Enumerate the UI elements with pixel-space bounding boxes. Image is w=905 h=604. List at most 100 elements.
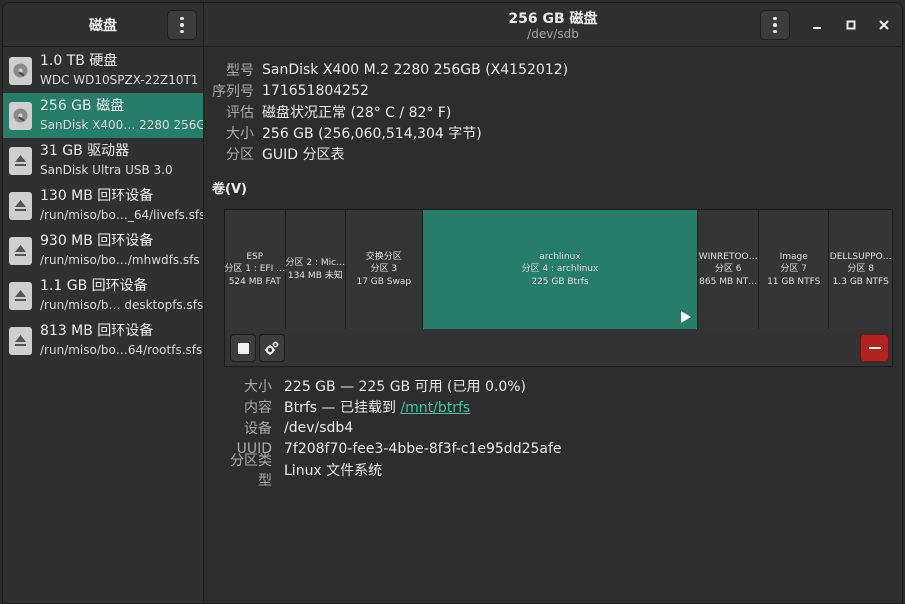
- partition-label: 134 MB 未知: [287, 270, 343, 281]
- partition-options-button[interactable]: [259, 334, 285, 362]
- close-button[interactable]: [874, 15, 894, 35]
- device-name: 1.1 GB 回环设备: [40, 277, 148, 294]
- device-list: 1.0 TB 硬盘 WDC WD10SPZX-22Z10T1 256 GB 磁盘 Sa…: [3, 48, 203, 363]
- delete-partition-button[interactable]: [860, 334, 889, 362]
- stop-icon: [237, 342, 249, 354]
- partition-label: DELLSUPPO…: [829, 251, 892, 262]
- partition-label: archlinux: [539, 251, 581, 262]
- mount-point-link[interactable]: /mnt/btrfs: [400, 400, 470, 416]
- disks-window: 磁盘 1.0 TB 硬盘 WDC WD10SPZX-22Z10T1 256 GB 磁…: [2, 2, 903, 604]
- device-item[interactable]: 1.0 TB 硬盘 WDC WD10SPZX-22Z10T1: [3, 48, 203, 93]
- device-description: /run/miso/bo…/mhwdfs.sfs: [40, 252, 200, 267]
- size-row: 大小 256 GB (256,060,514,304 字节): [212, 122, 568, 143]
- volumes-map: ESP 分区 1 : EFI … 524 MB FAT 分区 2 : Mic… 134 …: [224, 209, 893, 367]
- partition-segment[interactable]: ESP 分区 1 : EFI … 524 MB FAT: [225, 210, 286, 329]
- device-item[interactable]: 31 GB 驱动器 SanDisk Ultra USB 3.0: [3, 138, 203, 183]
- menu-dot: [180, 23, 184, 27]
- device-item[interactable]: 930 MB 回环设备/run/miso/bo…/mhwdfs.sfs: [3, 228, 203, 273]
- play-icon: [681, 311, 692, 323]
- menu-dot: [773, 23, 777, 27]
- device-row: 设备 /dev/sdb4: [224, 417, 562, 438]
- device-text: 930 MB 回环设备/run/miso/bo…/mhwdfs.sfs: [40, 232, 200, 270]
- eject-icon: [9, 146, 32, 175]
- partition-label: ESP: [246, 251, 264, 262]
- device-text: 1.1 GB 回环设备/run/miso/b… desktopfs.sfs: [40, 277, 203, 315]
- contents-text: Btrfs — 已挂载到: [284, 399, 401, 416]
- partition-bar: ESP 分区 1 : EFI … 524 MB FAT 分区 2 : Mic… 134 …: [225, 210, 892, 329]
- device-description: /run/miso/b… desktopfs.sfs: [40, 297, 203, 312]
- partition-segment[interactable]: 交换分区 分区 3 17 GB Swap: [346, 210, 423, 329]
- minimize-button[interactable]: [807, 15, 827, 35]
- part-size-value: 225 GB — 225 GB 可用 (已用 0.0%): [284, 378, 526, 395]
- device-name: 256 GB 磁盘: [40, 97, 125, 114]
- partition-segment[interactable]: archlinux 分区 4 : archlinux 225 GB Btrfs: [422, 210, 699, 329]
- menu-dot: [773, 16, 777, 21]
- minus-icon: [868, 347, 881, 349]
- drive-info: 型号 SanDisk X400 M.2 2280 256GB (X4152012…: [212, 59, 568, 164]
- model-row: 型号 SanDisk X400 M.2 2280 256GB (X4152012…: [212, 59, 568, 80]
- page-title: 256 GB 磁盘: [508, 11, 598, 27]
- device-name: 813 MB 回环设备: [40, 322, 154, 339]
- partition-type-label: 分区类型: [230, 452, 272, 489]
- partition-label: 524 MB FAT: [228, 276, 281, 287]
- harddisk-icon: [9, 101, 32, 130]
- partition-label: 17 GB Swap: [356, 276, 412, 287]
- serial-value: 171651804252: [262, 82, 369, 99]
- partition-label: WINRETOO…: [698, 251, 758, 262]
- device-text: 256 GB 磁盘 SanDisk X400… 2280 256GB: [40, 97, 203, 135]
- device-item[interactable]: 256 GB 磁盘 SanDisk X400… 2280 256GB: [3, 93, 203, 138]
- partition-label: 分区 6: [714, 264, 742, 275]
- partition-segment[interactable]: 分区 2 : Mic… 134 MB 未知: [285, 210, 347, 329]
- unmount-button[interactable]: [230, 334, 256, 362]
- device-name: 130 MB 回环设备: [40, 187, 154, 204]
- device-description: /run/miso/bo…_64/livefs.sfs: [40, 207, 203, 222]
- eject-icon: [9, 236, 32, 265]
- partition-label: 分区 8: [847, 264, 875, 275]
- partitioning-value: GUID 分区表: [262, 146, 345, 163]
- device-item[interactable]: 813 MB 回环设备/run/miso/bo…64/rootfs.sfs: [3, 318, 203, 363]
- partition-label: 分区 7: [780, 264, 808, 275]
- device-name: 930 MB 回环设备: [40, 232, 154, 249]
- partition-segment[interactable]: WINRETOO… 分区 6 865 MB NT…: [698, 210, 759, 329]
- part-size-label: 大小: [244, 378, 272, 395]
- device-item[interactable]: 130 MB 回环设备/run/miso/bo…_64/livefs.sfs: [3, 183, 203, 228]
- device-item[interactable]: 1.1 GB 回环设备/run/miso/b… desktopfs.sfs: [3, 273, 203, 318]
- volumes-heading: 卷(V): [212, 182, 247, 197]
- uuid-value: 7f208f70-fee3-4bbe-8f3f-c1e95dd25afe: [284, 440, 562, 457]
- device-name: 1.0 TB 硬盘: [40, 52, 118, 69]
- eject-icon: [9, 281, 32, 310]
- partition-label: 225 GB Btrfs: [531, 276, 589, 287]
- device-text: 31 GB 驱动器 SanDisk Ultra USB 3.0: [40, 142, 173, 180]
- device-description: /run/miso/bo…64/rootfs.sfs: [40, 342, 203, 357]
- minimize-icon: [813, 27, 821, 29]
- eject-icon: [9, 326, 32, 355]
- app-menu-button[interactable]: [167, 10, 197, 40]
- device-name: 31 GB 驱动器: [40, 142, 130, 159]
- partition-label: 865 MB NT…: [699, 276, 758, 287]
- page-subtitle: /dev/sdb: [527, 27, 579, 41]
- size-value: 256 GB (256,060,514,304 字节): [262, 125, 482, 142]
- maximize-button[interactable]: [841, 15, 861, 35]
- device-text: 130 MB 回环设备/run/miso/bo…_64/livefs.sfs: [40, 187, 203, 225]
- volume-toolbar: [225, 330, 892, 367]
- harddisk-icon: [9, 56, 32, 85]
- partition-segment[interactable]: Image 分区 7 11 GB NTFS: [758, 210, 830, 329]
- device-description: SanDisk Ultra USB 3.0: [40, 162, 173, 177]
- partition-segment[interactable]: DELLSUPPO… 分区 8 1.3 GB NTFS: [829, 210, 892, 329]
- size-label: 大小: [226, 125, 254, 142]
- partition-label: 分区 3: [370, 264, 398, 275]
- contents-label: 内容: [244, 399, 272, 416]
- device-description: WDC WD10SPZX-22Z10T1: [40, 72, 199, 87]
- close-icon: [879, 20, 889, 30]
- partition-label: Image: [779, 251, 808, 262]
- contents-value: Btrfs — 已挂载到 /mnt/btrfs: [284, 397, 470, 417]
- device-label: 设备: [244, 420, 272, 437]
- partition-details: 大小 225 GB — 225 GB 可用 (已用 0.0%) 内容 Btrfs…: [224, 375, 562, 489]
- assessment-label: 评估: [226, 104, 254, 121]
- partition-label: 分区 1 : EFI …: [225, 264, 286, 275]
- drive-menu-button[interactable]: [760, 10, 790, 40]
- part-size-row: 大小 225 GB — 225 GB 可用 (已用 0.0%): [224, 375, 562, 396]
- model-label: 型号: [226, 62, 254, 79]
- maximize-icon: [846, 20, 856, 30]
- partition-label: 分区 2 : Mic…: [285, 258, 346, 268]
